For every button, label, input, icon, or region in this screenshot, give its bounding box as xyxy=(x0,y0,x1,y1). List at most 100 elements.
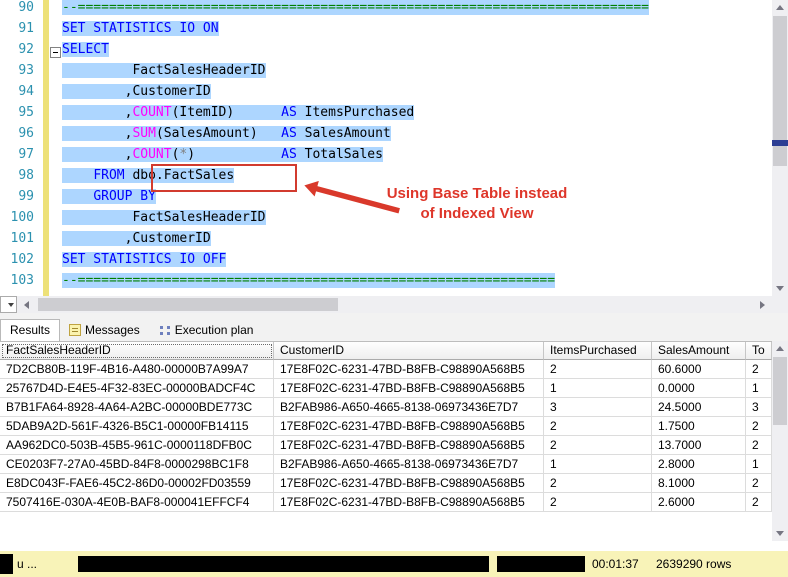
grid-row: 7507416E-030A-4E0B-BAF8-000041EFFCF4 17E8… xyxy=(0,493,772,512)
grid-cell[interactable]: 2.8000 xyxy=(652,455,746,474)
grid-cell[interactable]: 1 xyxy=(544,379,652,398)
scroll-down-icon[interactable] xyxy=(772,281,788,296)
line-number[interactable]: 90 xyxy=(0,0,40,21)
grid-cell[interactable]: 13.7000 xyxy=(652,436,746,455)
grid-vscroll-thumb[interactable] xyxy=(773,357,787,425)
grid-cell[interactable]: B2FAB986-A650-4665-8138-06973436E7D7 xyxy=(274,455,544,474)
grid-cell[interactable]: 17E8F02C-6231-47BD-B8FB-C98890A568B5 xyxy=(274,474,544,493)
grid-cell[interactable]: 7D2CB80B-119F-4B16-A480-00000B7A99A7 xyxy=(0,360,274,379)
grid-cell[interactable]: 1.7500 xyxy=(652,417,746,436)
code-line[interactable]: SELECT xyxy=(62,42,649,63)
grid-header-cell[interactable]: ItemsPurchased xyxy=(544,342,652,360)
grid-cell[interactable]: 3 xyxy=(746,398,772,417)
code-line[interactable]: FactSalesHeaderID xyxy=(62,63,649,84)
grid-cell[interactable]: 2 xyxy=(544,436,652,455)
grid-cell[interactable]: 17E8F02C-6231-47BD-B8FB-C98890A568B5 xyxy=(274,360,544,379)
line-number[interactable]: 102 xyxy=(0,252,40,273)
code-line[interactable]: SET STATISTICS IO OFF xyxy=(62,252,649,273)
grid-cell[interactable]: 2 xyxy=(544,493,652,512)
grid-row: CE0203F7-27A0-45BD-84F8-0000298BC1F8 B2FA… xyxy=(0,455,772,474)
collapse-minus-icon[interactable] xyxy=(50,47,61,58)
grid-cell[interactable]: 3 xyxy=(544,398,652,417)
line-number[interactable]: 100 xyxy=(0,210,40,231)
grid-cell[interactable]: 17E8F02C-6231-47BD-B8FB-C98890A568B5 xyxy=(274,436,544,455)
code-line[interactable]: SET STATISTICS IO ON xyxy=(62,21,649,42)
code-line[interactable]: --======================================… xyxy=(62,0,649,21)
scroll-left-icon[interactable] xyxy=(18,296,35,313)
execution-plan-icon xyxy=(158,324,171,336)
grid-header-cell[interactable]: SalesAmount xyxy=(652,342,746,360)
line-number[interactable]: 93 xyxy=(0,63,40,84)
code-line[interactable]: ,COUNT(ItemID) AS ItemsPurchased xyxy=(62,105,649,126)
grid-body: 7D2CB80B-119F-4B16-A480-00000B7A99A7 17E8… xyxy=(0,360,772,512)
grid-cell[interactable]: 2 xyxy=(746,493,772,512)
line-number[interactable]: 97 xyxy=(0,147,40,168)
line-number[interactable]: 99 xyxy=(0,189,40,210)
scroll-position-marker xyxy=(772,140,788,146)
grid-cell[interactable]: 0.0000 xyxy=(652,379,746,398)
grid-cell[interactable]: AA962DC0-503B-45B5-961C-0000118DFB0C xyxy=(0,436,274,455)
grid-cell[interactable]: 1 xyxy=(544,455,652,474)
grid-row: 25767D4D-E4E5-4F32-83EC-00000BADCF4C 17E8… xyxy=(0,379,772,398)
line-number[interactable]: 95 xyxy=(0,105,40,126)
grid-cell[interactable]: 1 xyxy=(746,379,772,398)
chevron-down-icon xyxy=(8,302,14,307)
grid-cell[interactable]: 17E8F02C-6231-47BD-B8FB-C98890A568B5 xyxy=(274,493,544,512)
scroll-right-icon[interactable] xyxy=(754,296,771,313)
grid-cell[interactable]: 17E8F02C-6231-47BD-B8FB-C98890A568B5 xyxy=(274,417,544,436)
editor-hscroll-thumb[interactable] xyxy=(38,298,338,311)
grid-cell[interactable]: 24.5000 xyxy=(652,398,746,417)
code-line[interactable]: ,CustomerID xyxy=(62,231,649,252)
code-line[interactable]: --======================================… xyxy=(62,273,649,294)
grid-cell[interactable]: B7B1FA64-8928-4A64-A2BC-00000BDE773C xyxy=(0,398,274,417)
sql-editor[interactable]: 90 91 92 93 94 95 96 97 98 99 100 101 102 103 --=====… xyxy=(0,0,788,296)
grid-header-cell[interactable]: FactSalesHeaderID xyxy=(0,342,274,360)
tab-results[interactable]: Results xyxy=(0,319,61,341)
grid-cell[interactable]: 2 xyxy=(746,474,772,493)
grid-cell[interactable]: 2 xyxy=(746,417,772,436)
code-lines[interactable]: --======================================… xyxy=(62,0,649,294)
grid-cell[interactable]: CE0203F7-27A0-45BD-84F8-0000298BC1F8 xyxy=(0,455,274,474)
tab-execution-plan[interactable]: Execution plan xyxy=(149,319,263,341)
code-line[interactable]: ,SUM(SalesAmount) AS SalesAmount xyxy=(62,126,649,147)
messages-icon xyxy=(69,324,82,336)
line-number[interactable]: 96 xyxy=(0,126,40,147)
grid-cell[interactable]: 17E8F02C-6231-47BD-B8FB-C98890A568B5 xyxy=(274,379,544,398)
grid-cell[interactable]: 2 xyxy=(746,360,772,379)
grid-cell[interactable]: 2 xyxy=(544,417,652,436)
line-number[interactable]: 94 xyxy=(0,84,40,105)
grid-cell[interactable]: 5DAB9A2D-561F-4326-B5C1-00000FB14115 xyxy=(0,417,274,436)
grid-header-cell[interactable]: To xyxy=(746,342,772,360)
scroll-up-icon[interactable] xyxy=(772,0,788,15)
editor-vertical-scrollbar[interactable] xyxy=(772,0,788,296)
grid-cell[interactable]: 2 xyxy=(544,474,652,493)
grid-scroll-down-icon[interactable] xyxy=(772,526,788,541)
grid-vertical-scrollbar[interactable] xyxy=(772,341,788,541)
grid-scroll-up-icon[interactable] xyxy=(772,341,788,356)
grid-cell[interactable]: 2 xyxy=(544,360,652,379)
line-number-gutter[interactable]: 90 91 92 93 94 95 96 97 98 99 100 101 102 103 xyxy=(0,0,40,296)
status-bar: u ... 00:01:37 2639290 rows xyxy=(0,551,788,577)
grid-cell[interactable]: 60.6000 xyxy=(652,360,746,379)
code-line[interactable]: ,CustomerID xyxy=(62,84,649,105)
line-number[interactable]: 103 xyxy=(0,273,40,294)
grid-cell[interactable]: 1 xyxy=(746,455,772,474)
zoom-selector[interactable] xyxy=(0,296,17,313)
grid-cell[interactable]: E8DC043F-FAE6-45C2-86D0-00002FD03559 xyxy=(0,474,274,493)
line-number[interactable]: 101 xyxy=(0,231,40,252)
row-count: 2639290 rows xyxy=(656,557,732,571)
line-number[interactable]: 98 xyxy=(0,168,40,189)
redacted-user-info xyxy=(497,556,585,572)
grid-cell[interactable]: B2FAB986-A650-4665-8138-06973436E7D7 xyxy=(274,398,544,417)
results-grid[interactable]: FactSalesHeaderID CustomerID ItemsPurchase… xyxy=(0,341,772,512)
grid-cell[interactable]: 2 xyxy=(746,436,772,455)
grid-cell[interactable]: 7507416E-030A-4E0B-BAF8-000041EFFCF4 xyxy=(0,493,274,512)
grid-header-cell[interactable]: CustomerID xyxy=(274,342,544,360)
grid-cell[interactable]: 2.6000 xyxy=(652,493,746,512)
tab-results-label: Results xyxy=(10,323,51,337)
line-number[interactable]: 92 xyxy=(0,42,40,63)
tab-messages[interactable]: Messages xyxy=(60,319,149,341)
line-number[interactable]: 91 xyxy=(0,21,40,42)
grid-cell[interactable]: 8.1000 xyxy=(652,474,746,493)
grid-cell[interactable]: 25767D4D-E4E5-4F32-83EC-00000BADCF4C xyxy=(0,379,274,398)
